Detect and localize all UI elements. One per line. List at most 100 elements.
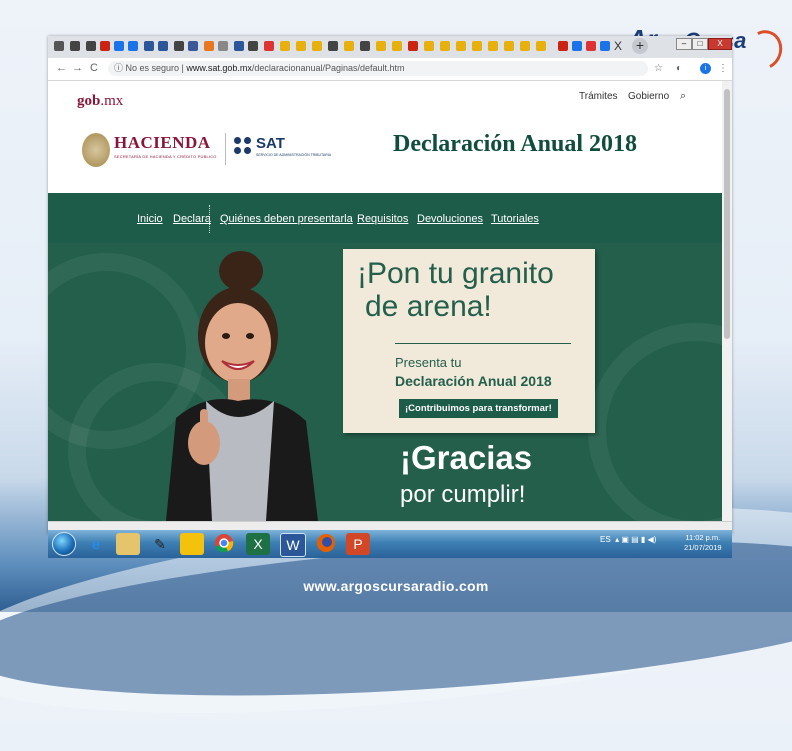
- vertical-scrollbar[interactable]: [722, 81, 732, 521]
- tab-favicon[interactable]: [128, 41, 138, 51]
- tab-favicon[interactable]: [218, 41, 228, 51]
- window-minimize-button[interactable]: –: [676, 38, 692, 50]
- hero-banner[interactable]: ¡Pon tu granito de arena! Presenta tu De…: [48, 243, 722, 521]
- tab-favicon[interactable]: [86, 41, 96, 51]
- toolbar: ← → C ⓘ No es seguro | www.sat.gob.mx/de…: [48, 58, 732, 81]
- logo-divider: [225, 133, 226, 165]
- tab-bar: X + – □ X: [48, 36, 732, 58]
- tab-favicon[interactable]: [54, 41, 64, 51]
- tab-favicon[interactable]: [344, 41, 354, 51]
- address-bar[interactable]: ⓘ No es seguro | www.sat.gob.mx/declarac…: [108, 61, 648, 76]
- bookmark-star-icon[interactable]: ☆: [654, 63, 663, 74]
- tab-favicon[interactable]: [234, 41, 244, 51]
- scroll-thumb[interactable]: [724, 89, 730, 339]
- tab-favicon[interactable]: [264, 41, 274, 51]
- tab-favicon[interactable]: [392, 41, 402, 51]
- menu-item-declara[interactable]: Declara: [173, 213, 211, 225]
- clock-time: 11:02 p.m.: [685, 533, 721, 542]
- tab-favicon[interactable]: [472, 41, 482, 51]
- menu-item-requisitos[interactable]: Requisitos: [357, 213, 408, 225]
- info-icon[interactable]: ⓘ: [114, 63, 126, 73]
- tab-favicon[interactable]: [456, 41, 466, 51]
- menu-item-quienes[interactable]: Quiénes deben presentarla: [220, 213, 353, 225]
- media-player-icon[interactable]: [180, 533, 204, 555]
- extension-icon[interactable]: ◐: [676, 63, 682, 74]
- logo-arc: [740, 25, 788, 75]
- tab-close-icon[interactable]: X: [614, 39, 622, 53]
- promo-headline: ¡Pon tu granito de arena!: [357, 257, 597, 323]
- web-page: gob.mx Trámites Gobierno ⌕ HACIENDA SECR…: [48, 81, 722, 521]
- tab-favicon[interactable]: [558, 41, 568, 51]
- tab-favicon[interactable]: [376, 41, 386, 51]
- tab-favicon[interactable]: [158, 41, 168, 51]
- tab-favicon[interactable]: [572, 41, 582, 51]
- clock[interactable]: 11:02 p.m. 21/07/2019: [684, 533, 722, 553]
- chrome-icon[interactable]: [212, 533, 236, 555]
- tab-favicon[interactable]: [440, 41, 450, 51]
- sat-subtitle: SERVICIO DE ADMINISTRACIÓN TRIBUTARIA: [256, 153, 332, 157]
- language-indicator[interactable]: ES: [600, 535, 611, 544]
- hacienda-subtitle: SECRETARÍA DE HACIENDA Y CRÉDITO PÚBLICO: [114, 154, 217, 159]
- tab-favicon[interactable]: [144, 41, 154, 51]
- url-path: /declaracionanual/Paginas/default.htm: [251, 63, 405, 73]
- tab-favicon[interactable]: [70, 41, 80, 51]
- banner-gracias: ¡Gracias: [400, 439, 533, 476]
- powerpoint-icon[interactable]: P: [346, 533, 370, 555]
- footer-url: www.argoscursaradio.com: [303, 578, 489, 594]
- promo-headline-line2: de arena!: [365, 290, 492, 323]
- tab-favicon[interactable]: [586, 41, 596, 51]
- tab-favicon[interactable]: [408, 41, 418, 51]
- nav-tramites-link[interactable]: Trámites: [579, 91, 618, 102]
- tab-favicon[interactable]: [360, 41, 370, 51]
- promo-card: ¡Pon tu granito de arena! Presenta tu De…: [343, 249, 595, 433]
- folder-icon[interactable]: [116, 533, 140, 555]
- back-button[interactable]: ←: [56, 62, 67, 74]
- site-header: HACIENDA SECRETARÍA DE HACIENDA Y CRÉDIT…: [48, 121, 722, 193]
- windows-taskbar: e ✎ X W P ES ▴ ▣ ▤ ▮ ◀) 11:02 p.m. 21/07/…: [48, 530, 732, 558]
- menu-kebab-icon[interactable]: ⋮: [718, 63, 728, 74]
- woman-photo: [166, 251, 318, 521]
- search-icon[interactable]: ⌕: [680, 90, 686, 103]
- excel-icon[interactable]: X: [246, 533, 270, 555]
- browser-window: X + – □ X ← → C ⓘ No es seguro | www.sat…: [48, 36, 732, 534]
- tab-favicon[interactable]: [280, 41, 290, 51]
- hacienda-logo: HACIENDA: [114, 133, 211, 152]
- tab-favicon[interactable]: [296, 41, 306, 51]
- tab-favicon[interactable]: [520, 41, 530, 51]
- word-icon[interactable]: W: [280, 533, 306, 557]
- nav-gobierno-link[interactable]: Gobierno: [628, 91, 669, 102]
- tab-favicon[interactable]: [488, 41, 498, 51]
- gob-mx-logo[interactable]: gob.mx: [77, 93, 123, 110]
- gob-logo-suffix: .mx: [100, 93, 124, 109]
- tab-favicon[interactable]: [204, 41, 214, 51]
- window-close-button[interactable]: X: [708, 38, 732, 50]
- tab-favicon[interactable]: [188, 41, 198, 51]
- microphone-icon[interactable]: ✎: [148, 533, 172, 555]
- ie-icon[interactable]: e: [84, 533, 108, 555]
- tab-favicon[interactable]: [504, 41, 514, 51]
- sat-dots-icon: [234, 137, 252, 155]
- tab-favicon[interactable]: [312, 41, 322, 51]
- tab-favicon[interactable]: [100, 41, 110, 51]
- menu-item-devoluciones[interactable]: Devoluciones: [417, 213, 483, 225]
- menu-item-inicio[interactable]: Inicio: [137, 213, 163, 225]
- window-maximize-button[interactable]: □: [692, 38, 708, 50]
- reload-button[interactable]: C: [90, 62, 98, 74]
- system-tray: ES ▴ ▣ ▤ ▮ ◀): [600, 535, 657, 544]
- tab-favicon[interactable]: [536, 41, 546, 51]
- tab-favicon[interactable]: [328, 41, 338, 51]
- tab-favicon[interactable]: [114, 41, 124, 51]
- tab-favicon[interactable]: [174, 41, 184, 51]
- firefox-icon[interactable]: [314, 533, 338, 555]
- tab-favicon[interactable]: [424, 41, 434, 51]
- tab-favicon[interactable]: [600, 41, 610, 51]
- forward-button[interactable]: →: [72, 62, 83, 74]
- tab-favicon[interactable]: [248, 41, 258, 51]
- menu-item-tutoriales[interactable]: Tutoriales: [491, 213, 539, 225]
- new-tab-button[interactable]: +: [632, 38, 648, 54]
- promo-slogan-badge: ¡Contribuimos para transformar!: [399, 399, 558, 418]
- security-label: No es seguro: [125, 63, 180, 73]
- profile-avatar[interactable]: i: [700, 63, 711, 74]
- start-button[interactable]: [52, 532, 76, 556]
- banner-pattern: [588, 323, 722, 521]
